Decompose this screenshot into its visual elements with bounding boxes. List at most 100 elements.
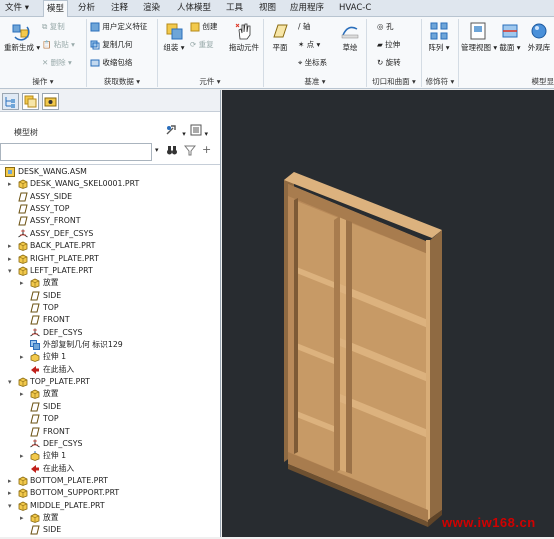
group-label-model-display[interactable]: 模型显 — [520, 76, 554, 88]
tree-row[interactable]: DESK_WANG.ASM — [0, 166, 220, 178]
manage-views-button[interactable]: 管理视图 ▾ — [461, 21, 497, 53]
tab-annotate[interactable]: 注释 — [108, 0, 131, 17]
add-column-button[interactable]: + — [202, 143, 211, 156]
tab-hvac[interactable]: HVAC-C — [336, 0, 374, 17]
tree-row[interactable]: ASSY_DEF_CSYS — [0, 228, 220, 240]
part-icon — [18, 501, 28, 511]
tab-render[interactable]: 渲染 — [140, 0, 163, 17]
csys-icon — [30, 439, 40, 449]
expand-toggle-icon[interactable]: ▸ — [8, 178, 16, 190]
revolve-button[interactable]: ↻ 旋转 — [377, 58, 401, 68]
delete-button[interactable]: ✕ 删除 ▾ — [42, 58, 72, 68]
tab-view[interactable]: 视图 — [256, 0, 279, 17]
search-dropdown-button[interactable]: ▾ — [155, 146, 159, 154]
tree-row[interactable]: 外部复制几何 标识129 — [0, 339, 220, 351]
repeat-button[interactable]: ⟳ 重复 — [190, 40, 214, 50]
group-label-datum[interactable]: 基准 ▾ — [264, 76, 366, 88]
tree-row[interactable]: ASSY_SIDE — [0, 191, 220, 203]
hole-button[interactable]: ◎ 孔 — [377, 22, 393, 32]
expand-toggle-icon[interactable]: ▸ — [20, 351, 28, 363]
tree-row[interactable]: ▸ BACK_PLATE.PRT — [0, 240, 220, 252]
tree-row[interactable]: ▸ DESK_WANG_SKEL0001.PRT — [0, 178, 220, 190]
collapse-toggle-icon[interactable]: ▾ — [8, 376, 16, 388]
expand-toggle-icon[interactable]: ▸ — [20, 512, 28, 524]
group-label-component[interactable]: 元件 ▾ — [158, 76, 262, 88]
collapse-toggle-icon[interactable]: ▾ — [8, 265, 16, 277]
paste-button[interactable]: 📋 粘贴 ▾ — [42, 40, 75, 50]
tree-row[interactable]: FRONT — [0, 426, 220, 438]
collapse-toggle-icon[interactable]: ▾ — [8, 500, 16, 512]
extrude-button[interactable]: ▰ 拉伸 — [377, 40, 400, 50]
tree-row[interactable]: ▸ 拉伸 1 — [0, 351, 220, 363]
create-button[interactable]: 创建 — [190, 22, 217, 32]
tree-row[interactable]: 在此插入 — [0, 463, 220, 475]
tree-row[interactable]: SIDE — [0, 290, 220, 302]
tree-row[interactable]: ▸ 放置 — [0, 277, 220, 289]
find-button[interactable] — [166, 144, 178, 158]
tree-search-input[interactable] — [0, 143, 152, 161]
tree-row[interactable]: SIDE — [0, 401, 220, 413]
tab-file[interactable]: 文件 ▾ — [2, 0, 32, 17]
tree-row[interactable]: TOP — [0, 302, 220, 314]
tree-row[interactable]: SIDE — [0, 524, 220, 536]
group-label-operations[interactable]: 操作 ▾ — [0, 76, 86, 88]
tab-model[interactable]: 模型 — [43, 0, 69, 18]
expand-toggle-icon[interactable]: ▸ — [8, 475, 16, 487]
axis-button[interactable]: / 轴 — [298, 22, 310, 32]
tree-row[interactable]: ▸ RIGHT_PLATE.PRT — [0, 253, 220, 265]
tree-row-label: RIGHT_PLATE.PRT — [30, 253, 99, 263]
copy-geometry-button[interactable]: 复制几何 — [90, 40, 132, 50]
expand-toggle-icon[interactable]: ▸ — [20, 277, 28, 289]
tree-row[interactable]: ASSY_TOP — [0, 203, 220, 215]
pattern-button[interactable]: 阵列 ▾ — [424, 21, 454, 53]
shrinkwrap-button[interactable]: 收缩包络 — [90, 58, 132, 68]
tree-row-label: 放置 — [43, 389, 59, 399]
graphics-viewport[interactable] — [222, 90, 554, 537]
expand-toggle-icon[interactable]: ▸ — [8, 253, 16, 265]
expand-toggle-icon[interactable]: ▸ — [8, 240, 16, 252]
tab-analysis[interactable]: 分析 — [75, 0, 98, 17]
point-button[interactable]: ✶ 点 ▾ — [298, 40, 320, 50]
csys-button[interactable]: ⌖ 坐标系 — [298, 58, 327, 68]
tree-settings-button[interactable]: ▾ — [165, 124, 186, 139]
drag-components-button[interactable]: 拖动元件 — [225, 21, 263, 53]
group-label-cuts-surfaces[interactable]: 切口和曲面 ▾ — [367, 76, 421, 88]
expand-toggle-icon[interactable]: ▸ — [20, 450, 28, 462]
regenerate-button[interactable]: 重新生成 ▾ — [4, 21, 40, 53]
expand-toggle-icon[interactable]: ▸ — [20, 388, 28, 400]
appearance-gallery-button[interactable]: 外观库 — [524, 21, 554, 53]
tab-favorites[interactable] — [42, 93, 59, 110]
tab-layers[interactable] — [22, 93, 39, 110]
tree-row-label: 在此插入 — [43, 364, 75, 374]
tab-model-tree[interactable] — [2, 93, 19, 110]
assemble-button[interactable]: 组装 ▾ — [159, 21, 189, 53]
sketch-button[interactable]: 草绘 — [336, 21, 364, 53]
tab-manikin[interactable]: 人体模型 — [174, 0, 214, 17]
tree-row[interactable]: FRONT — [0, 314, 220, 326]
plane-button[interactable]: 平面 — [266, 21, 294, 53]
tab-applications[interactable]: 应用程序 — [287, 0, 327, 17]
tree-row[interactable]: ▸ 放置 — [0, 512, 220, 524]
tree-row[interactable]: ▾ LEFT_PLATE.PRT — [0, 265, 220, 277]
tree-row[interactable]: 在此插入 — [0, 364, 220, 376]
tree-row[interactable]: ▾ MIDDLE_PLATE.PRT — [0, 500, 220, 512]
tree-row[interactable]: ▸ 放置 — [0, 388, 220, 400]
section-button[interactable]: 截面 ▾ — [497, 21, 523, 53]
assemble-icon — [166, 23, 183, 40]
user-defined-feature-button[interactable]: 用户定义特征 — [90, 22, 147, 32]
group-label-get-data[interactable]: 获取数据 ▾ — [87, 76, 157, 88]
tree-row[interactable]: ▸ 拉伸 1 — [0, 450, 220, 462]
tree-row[interactable]: DEF_CSYS — [0, 438, 220, 450]
tree-row[interactable]: ▸ BOTTOM_PLATE.PRT — [0, 475, 220, 487]
copy-button[interactable]: ⧉ 复制 — [42, 22, 65, 32]
tab-tools[interactable]: 工具 — [223, 0, 246, 17]
filter-button[interactable] — [183, 144, 197, 158]
tree-row[interactable]: TOP — [0, 413, 220, 425]
expand-toggle-icon[interactable]: ▸ — [8, 487, 16, 499]
tree-row[interactable]: DEF_CSYS — [0, 327, 220, 339]
group-label-modifiers[interactable]: 修饰符 ▾ — [422, 76, 458, 88]
tree-row[interactable]: ▾ TOP_PLATE.PRT — [0, 376, 220, 388]
tree-show-button[interactable]: ▾ — [190, 124, 208, 138]
tree-row[interactable]: ASSY_FRONT — [0, 215, 220, 227]
tree-row[interactable]: ▸ BOTTOM_SUPPORT.PRT — [0, 487, 220, 499]
